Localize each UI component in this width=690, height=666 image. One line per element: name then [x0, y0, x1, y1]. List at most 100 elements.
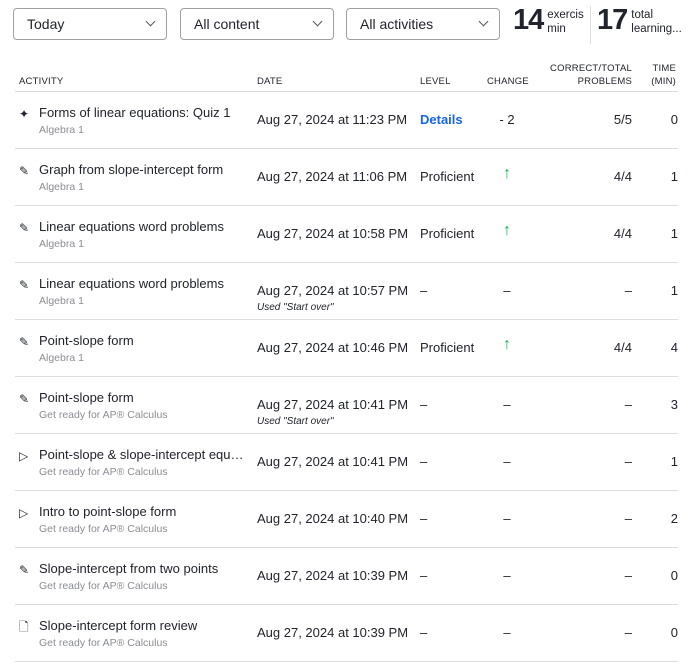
arrow-up-icon: ↑ [503, 222, 511, 239]
date-filter-select[interactable]: Today [13, 8, 167, 40]
course-name: Algebra 1 [39, 181, 84, 193]
table-row[interactable]: 🗋 Slope-intercept form review Get ready … [15, 605, 678, 662]
pencil-icon: ✎ [19, 392, 30, 406]
pencil-icon: ✎ [19, 164, 30, 178]
activity-title[interactable]: Linear equations word problems [39, 276, 224, 291]
select-value: All activities [360, 16, 434, 32]
pencil-icon: ✎ [19, 335, 30, 349]
activity-date: Aug 27, 2024 at 10:58 PM [257, 226, 409, 241]
course-name: Get ready for AP® Calculus [39, 580, 168, 592]
col-level: LEVEL [420, 76, 451, 87]
exercise-minutes-stat: 14 exercis min [513, 4, 584, 37]
change-value: – [503, 397, 511, 412]
time-minutes: 1 [670, 283, 678, 298]
activity-filter-select[interactable]: All activities [346, 8, 500, 40]
time-minutes: 2 [670, 511, 678, 526]
table-row[interactable]: ▷ Intro to point-slope form Get ready fo… [15, 491, 678, 548]
start-over-note: Used "Start over" [257, 416, 334, 427]
course-name: Algebra 1 [39, 295, 84, 307]
col-activity: ACTIVITY [19, 76, 64, 87]
divider [590, 6, 591, 44]
activity-title[interactable]: Intro to point-slope form [39, 504, 176, 519]
select-value: All content [194, 16, 260, 32]
activity-title[interactable]: Graph from slope-intercept form [39, 162, 223, 177]
correct-total: 5/5 [613, 112, 632, 127]
change-value: – [503, 454, 511, 469]
level-value: Proficient [420, 169, 475, 184]
activity-title[interactable]: Forms of linear equations: Quiz 1 [39, 105, 230, 120]
correct-total: 4/4 [613, 340, 632, 355]
content-filter-select[interactable]: All content [180, 8, 334, 40]
time-minutes: 0 [670, 625, 678, 640]
change-value: – [503, 568, 511, 583]
correct-total: – [624, 283, 632, 298]
chevron-down-icon [478, 16, 489, 27]
correct-total: – [624, 511, 632, 526]
course-name: Get ready for AP® Calculus [39, 523, 168, 535]
level-value: – [420, 397, 428, 412]
activity-title[interactable]: Linear equations word problems [39, 219, 224, 234]
time-minutes: 0 [670, 568, 678, 583]
play-icon: ▷ [19, 449, 29, 463]
table-row[interactable]: ▷ Point-slope & slope-intercept equation… [15, 434, 678, 491]
quiz-sparkle-icon: ✦ [19, 107, 30, 121]
table-row[interactable]: ✎ Linear equations word problems Algebra… [15, 206, 678, 263]
time-minutes: 1 [670, 226, 678, 241]
activity-title[interactable]: Point-slope form [39, 390, 134, 405]
pencil-icon: ✎ [19, 563, 30, 577]
table-row[interactable]: ✎ Slope-intercept from two points Get re… [15, 548, 678, 605]
activity-date: Aug 27, 2024 at 10:57 PM [257, 283, 409, 298]
total-learning-stat: 17 total learning... [597, 4, 682, 37]
level-value: Proficient [420, 226, 475, 241]
start-over-note: Used "Start over" [257, 302, 334, 313]
correct-total: – [624, 568, 632, 583]
activity-date: Aug 27, 2024 at 10:39 PM [257, 625, 409, 640]
activity-title[interactable]: Slope-intercept from two points [39, 561, 218, 576]
article-icon: 🗋 [19, 620, 29, 634]
stat-label: exercis min [547, 8, 584, 35]
stat-label: total learning... [631, 8, 682, 35]
time-minutes: 1 [670, 454, 678, 469]
time-minutes: 3 [670, 397, 678, 412]
level-value: – [420, 454, 428, 469]
table-row[interactable]: ✦ Forms of linear equations: Quiz 1 Alge… [15, 92, 678, 149]
stat-value: 17 [597, 4, 628, 36]
activity-title[interactable]: Point-slope & slope-intercept equations [39, 447, 247, 462]
activity-date: Aug 27, 2024 at 10:46 PM [257, 340, 409, 355]
activity-date: Aug 27, 2024 at 10:39 PM [257, 568, 409, 583]
time-minutes: 4 [670, 340, 678, 355]
table-row[interactable]: ✎ Graph from slope-intercept form Algebr… [15, 149, 678, 206]
pencil-icon: ✎ [19, 278, 30, 292]
correct-total: – [624, 397, 632, 412]
level-value: – [420, 625, 428, 640]
level-value: – [420, 283, 428, 298]
activity-date: Aug 27, 2024 at 11:23 PM [257, 112, 408, 127]
level-value: Proficient [420, 340, 475, 355]
table-row[interactable]: ✎ Point-slope form Algebra 1 Aug 27, 202… [15, 320, 678, 377]
activity-date: Aug 27, 2024 at 10:40 PM [257, 511, 409, 526]
course-name: Algebra 1 [39, 352, 84, 364]
table-row[interactable]: ✎ Point-slope form Get ready for AP® Cal… [15, 377, 678, 434]
col-correct: CORRECT/TOTAL PROBLEMS [550, 63, 632, 87]
change-value: - 2 [499, 112, 515, 127]
course-name: Get ready for AP® Calculus [39, 409, 168, 421]
correct-total: 4/4 [613, 169, 632, 184]
chevron-down-icon [312, 16, 323, 27]
col-date: DATE [257, 76, 283, 87]
arrow-up-icon: ↑ [503, 336, 511, 353]
play-icon: ▷ [19, 506, 29, 520]
time-minutes: 1 [670, 169, 678, 184]
table-row[interactable]: ✎ Linear equations word problems Algebra… [15, 263, 678, 320]
level-value: – [420, 568, 428, 583]
col-time: TIME (MIN) [651, 63, 676, 87]
correct-total: 4/4 [613, 226, 632, 241]
pencil-icon: ✎ [19, 221, 30, 235]
activity-title[interactable]: Point-slope form [39, 333, 134, 348]
select-value: Today [27, 16, 65, 32]
course-name: Algebra 1 [39, 238, 84, 250]
course-name: Get ready for AP® Calculus [39, 466, 168, 478]
details-link[interactable]: Details [420, 112, 463, 127]
chevron-down-icon [145, 16, 156, 27]
arrow-up-icon: ↑ [503, 165, 511, 182]
activity-title[interactable]: Slope-intercept form review [39, 618, 197, 633]
